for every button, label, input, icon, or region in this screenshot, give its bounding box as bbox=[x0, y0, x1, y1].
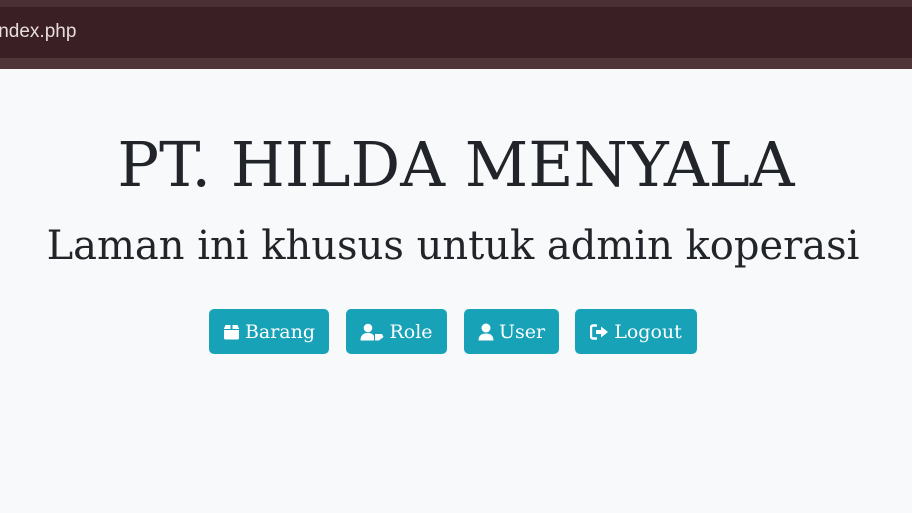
role-button[interactable]: Role bbox=[346, 309, 447, 354]
logout-button[interactable]: Logout bbox=[575, 309, 697, 354]
user-role-icon bbox=[360, 323, 384, 341]
page-subtitle: Laman ini khusus untuk admin koperasi bbox=[46, 223, 860, 269]
barang-button-label: Barang bbox=[244, 320, 316, 343]
barang-button[interactable]: Barang bbox=[209, 309, 329, 354]
address-url[interactable]: index.php bbox=[0, 21, 76, 43]
browser-tab-strip bbox=[0, 0, 912, 7]
role-button-label: Role bbox=[389, 320, 433, 343]
page-title: PT. HILDA MENYALA bbox=[117, 128, 795, 201]
user-button[interactable]: User bbox=[464, 309, 559, 354]
user-icon bbox=[478, 323, 494, 341]
logout-button-label: Logout bbox=[614, 320, 682, 343]
page-content: PT. HILDA MENYALA Laman ini khusus untuk… bbox=[0, 69, 912, 513]
browser-toolbar-edge bbox=[0, 58, 912, 69]
browser-address-bar[interactable]: index.php bbox=[0, 7, 912, 58]
box-icon bbox=[223, 324, 240, 340]
logout-icon bbox=[590, 323, 609, 340]
user-button-label: User bbox=[498, 320, 546, 343]
